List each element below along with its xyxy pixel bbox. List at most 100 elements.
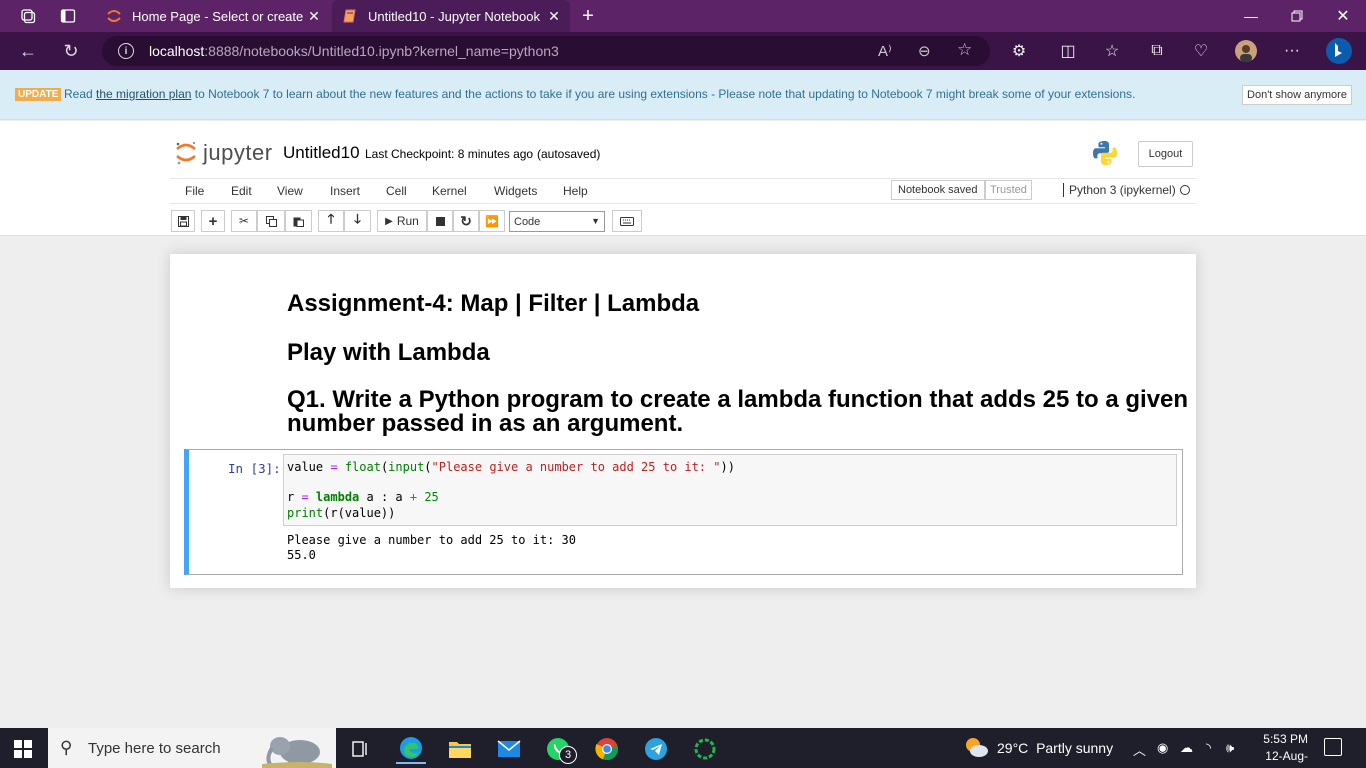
chrome-icon[interactable] [592,734,622,764]
favorites-icon[interactable]: ☆ [1100,40,1124,62]
weather-widget[interactable]: 29°C Partly sunny [997,740,1113,756]
address-bar[interactable]: i localhost:8888/notebooks/Untitled10.ip… [102,36,990,66]
menubar: File Edit View Insert Cell Kernel Widget… [170,178,1196,204]
tab-home-page[interactable]: Home Page - Select or create a n ✕ [96,0,330,32]
notebook-tab-icon [342,8,358,24]
code-token: lambda [315,490,360,504]
app-loading-icon[interactable] [690,734,720,764]
volume-icon[interactable]: 🕪 [1226,740,1234,756]
restart-kernel-button[interactable]: ↻ [453,210,479,232]
cell-type-select[interactable]: Code ▼ [509,211,605,232]
whatsapp-unread-badge: 3 [559,746,577,764]
copy-button[interactable] [257,210,285,232]
autosave-status: (autosaved) [537,147,601,161]
paste-icon [293,217,304,227]
code-line-1: value = float(input("Please give a numbe… [287,460,735,474]
chevron-down-icon: ▼ [591,216,600,226]
copy-icon [265,215,277,227]
run-label: Run [396,214,419,228]
wifi-icon[interactable]: ◝ [1206,740,1211,756]
notebook-name[interactable]: Untitled10 [283,143,360,163]
zoom-icon[interactable]: ⊖ [918,42,931,60]
url-host: localhost [149,43,205,59]
cell-type-value: Code [514,215,541,228]
tab-title: Home Page - Select or create a n [132,8,304,24]
profile-avatar[interactable] [1234,40,1258,62]
tab-actions-icon[interactable] [56,4,80,28]
run-button[interactable]: ▶ Run [377,210,427,232]
restore-icon[interactable] [1274,0,1320,32]
menu-insert[interactable]: Insert [330,184,360,198]
menu-cell[interactable]: Cell [386,184,407,198]
telegram-icon[interactable] [641,734,671,764]
command-palette-button[interactable] [612,210,642,232]
kernel-idle-indicator-icon [1180,185,1190,195]
code-line-3: print(r(value)) [287,506,395,520]
insert-cell-button[interactable]: + [201,210,225,232]
mail-icon[interactable] [494,734,524,764]
migration-plan-link[interactable]: the migration plan [96,87,191,101]
edge-taskbar-icon[interactable] [396,734,426,764]
code-token: value [287,460,324,474]
trusted-indicator[interactable]: Trusted [985,180,1032,200]
new-tab-icon[interactable]: + [576,4,600,28]
markdown-question[interactable]: Q1. Write a Python program to create a l… [287,388,1188,436]
menu-view[interactable]: View [277,184,303,198]
search-placeholder: Type here to search [88,740,221,757]
task-view-icon[interactable] [346,734,376,764]
minimize-icon[interactable]: — [1228,0,1274,32]
restart-run-all-button[interactable]: ⏩ [479,210,505,232]
extensions-icon[interactable]: ⚙ [1007,40,1031,62]
dont-show-anymore-button[interactable]: Don't show anymore [1242,85,1352,105]
weather-partly-sunny-icon[interactable] [963,736,989,764]
markdown-heading-lambda[interactable]: Play with Lambda [287,339,490,367]
workspaces-icon[interactable] [16,4,40,28]
windows-start-icon[interactable] [14,740,32,758]
save-button[interactable] [171,210,195,232]
url-path: :8888/notebooks/Untitled10.ipynb?kernel_… [204,43,559,59]
close-window-icon[interactable]: ✕ [1320,0,1366,32]
code-token: a : a [359,490,410,504]
update-badge: UPDATE [15,88,62,101]
code-token: = [294,490,316,504]
code-line-2: r = lambda a : a + 25 [287,490,439,504]
favorite-star-icon[interactable]: ☆ [957,40,972,60]
banner-text-after: to Notebook 7 to learn about the new fea… [191,87,1136,101]
collections-icon[interactable]: ⧉ [1145,40,1169,62]
notifications-icon[interactable] [1324,738,1342,756]
refresh-icon[interactable]: ↻ [58,39,84,63]
bing-copilot-icon[interactable] [1325,37,1353,65]
save-icon [177,215,189,227]
tab-untitled10[interactable]: Untitled10 - Jupyter Notebook ✕ [332,0,570,32]
code-token: float [344,460,381,474]
performance-icon[interactable]: ♡ [1189,40,1213,62]
markdown-heading-assignment[interactable]: Assignment-4: Map | Filter | Lambda [287,290,699,318]
cut-button[interactable]: ✂ [231,210,257,232]
menu-edit[interactable]: Edit [231,184,252,198]
system-clock[interactable]: 5:53 PM 12-Aug-23 [1252,731,1308,768]
more-menu-icon[interactable]: ··· [1280,40,1304,62]
paste-button[interactable] [285,210,312,232]
split-screen-icon[interactable]: ◫ [1056,40,1080,62]
back-icon[interactable]: ← [15,39,41,63]
site-info-icon[interactable]: i [118,43,134,59]
menu-kernel[interactable]: Kernel [432,184,467,198]
move-up-button[interactable]: 🡑 [318,210,344,232]
clock-time: 5:53 PM [1263,732,1308,746]
jupyter-logo[interactable]: jupyter [175,140,273,166]
menu-file[interactable]: File [185,184,204,198]
menu-widgets[interactable]: Widgets [494,184,537,198]
meet-now-icon[interactable]: ◉ [1157,740,1168,756]
read-aloud-icon[interactable]: A⁾ [878,42,892,60]
input-prompt: In [3]: [228,461,281,476]
onedrive-cloud-icon[interactable]: ☁ [1180,740,1193,756]
chevron-up-icon[interactable]: ︿ [1133,740,1146,759]
move-down-button[interactable]: 🡓 [344,210,371,232]
file-explorer-icon[interactable] [445,734,475,764]
close-tab-icon[interactable]: ✕ [544,8,564,25]
logout-button[interactable]: Logout [1138,141,1193,167]
jupyter-logo-icon [176,142,196,165]
menu-help[interactable]: Help [563,184,588,198]
close-tab-icon[interactable]: ✕ [304,8,324,25]
interrupt-button[interactable] [427,210,453,232]
